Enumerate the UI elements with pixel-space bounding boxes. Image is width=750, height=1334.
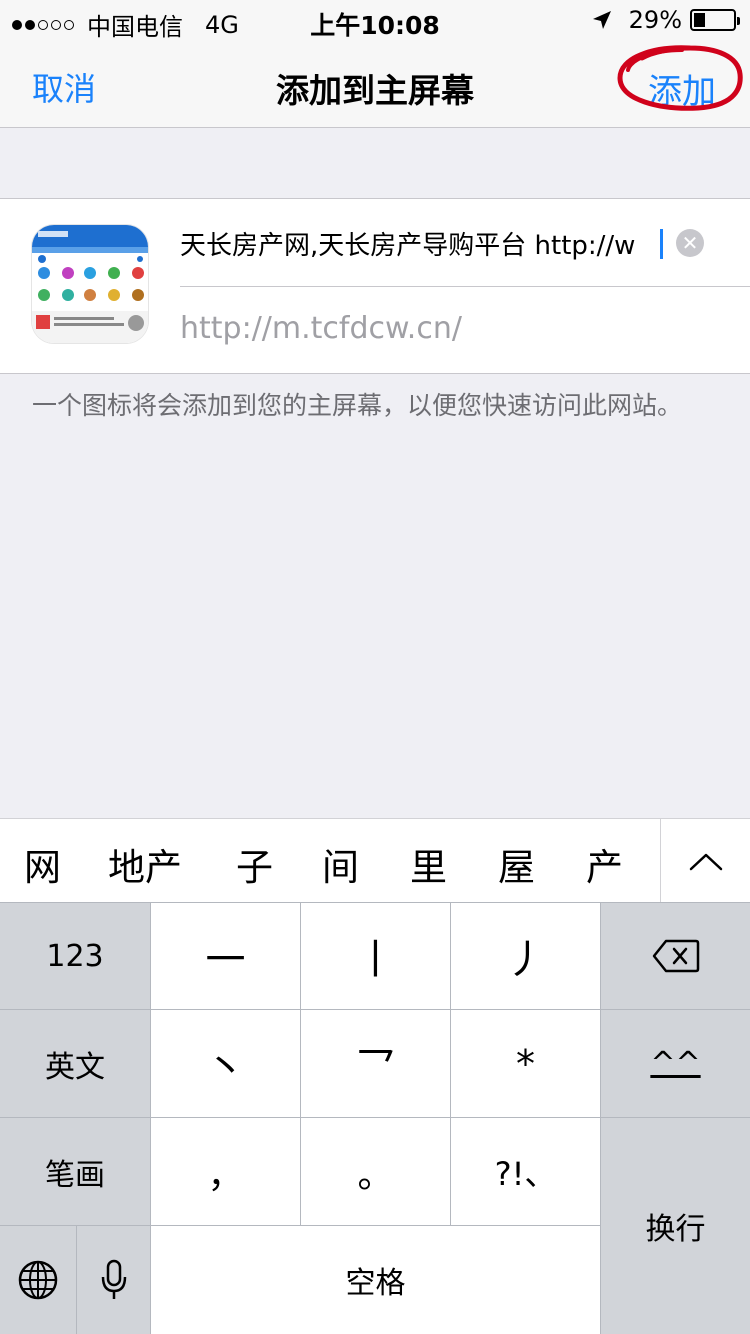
- bookmark-title-input[interactable]: 天长房产网,天长房产导购平台 http://w: [180, 225, 664, 265]
- chevron-up-icon: [689, 853, 723, 871]
- candidate-word[interactable]: 地产: [108, 837, 182, 891]
- stroke-key-dot[interactable]: 丶: [151, 1010, 300, 1117]
- stroke-key-left-falling[interactable]: 丿: [451, 903, 600, 1009]
- add-button[interactable]: 添加: [648, 64, 716, 113]
- website-thumbnail-icon: [32, 225, 148, 343]
- candidate-word[interactable]: 网: [24, 837, 61, 891]
- location-arrow-icon: [592, 11, 611, 29]
- candidate-word[interactable]: 屋: [498, 837, 535, 891]
- ime-candidate-bar: 网 地产 子 间 里 屋 产: [0, 818, 750, 903]
- keyboard: 123 一 丨 丿 英文 丶 乛 * ^^ 笔画 ， 。 ?!、 换行 空格: [0, 902, 750, 1334]
- candidate-word[interactable]: 间: [322, 837, 359, 891]
- help-text: 一个图标将会添加到您的主屏幕，以便您快速访问此网站。: [32, 391, 683, 420]
- page-title: 添加到主屏幕: [276, 71, 474, 110]
- return-key[interactable]: 换行: [601, 1118, 750, 1334]
- stroke-key-horizontal[interactable]: 一: [151, 903, 300, 1009]
- candidate-word[interactable]: 子: [236, 837, 273, 891]
- battery-icon: [690, 9, 740, 31]
- status-bar: 中国电信 4G 上午10:08 29%: [0, 0, 750, 41]
- comma-key[interactable]: ，: [151, 1118, 300, 1225]
- clear-text-button[interactable]: ✕: [676, 229, 704, 257]
- battery-percent: 29%: [628, 6, 682, 34]
- emoticon-key[interactable]: ^^: [601, 1010, 750, 1117]
- expand-candidates-button[interactable]: [661, 819, 750, 903]
- stroke-key-vertical[interactable]: 丨: [301, 903, 450, 1009]
- strokes-key[interactable]: 笔画: [0, 1118, 150, 1225]
- globe-icon: [18, 1260, 58, 1300]
- backspace-icon: [652, 939, 699, 973]
- candidate-word[interactable]: 产: [586, 837, 623, 891]
- space-key[interactable]: 空格: [151, 1226, 600, 1334]
- period-key[interactable]: 。: [301, 1118, 450, 1225]
- delete-key[interactable]: [601, 903, 750, 1009]
- navigation-bar: 取消 添加到主屏幕 添加: [0, 40, 750, 128]
- status-right: 29%: [591, 6, 740, 34]
- candidate-word[interactable]: 里: [410, 837, 447, 891]
- field-divider: [180, 286, 750, 287]
- close-icon: ✕: [681, 231, 699, 255]
- text-cursor: [660, 229, 663, 259]
- punctuation-key[interactable]: ?!、: [451, 1118, 600, 1225]
- globe-key[interactable]: [0, 1226, 76, 1334]
- stroke-key-turning[interactable]: 乛: [301, 1010, 450, 1117]
- wildcard-key[interactable]: *: [451, 1010, 600, 1117]
- numbers-key[interactable]: 123: [0, 903, 150, 1009]
- dictation-key[interactable]: [77, 1226, 150, 1334]
- url-field: http://m.tcfdcw.cn/: [180, 311, 462, 346]
- bookmark-form: 天长房产网,天长房产导购平台 http://w http://m.tcfdcw.…: [0, 198, 750, 374]
- battery-fill: [694, 13, 705, 27]
- english-key[interactable]: 英文: [0, 1010, 150, 1117]
- microphone-icon: [101, 1259, 126, 1299]
